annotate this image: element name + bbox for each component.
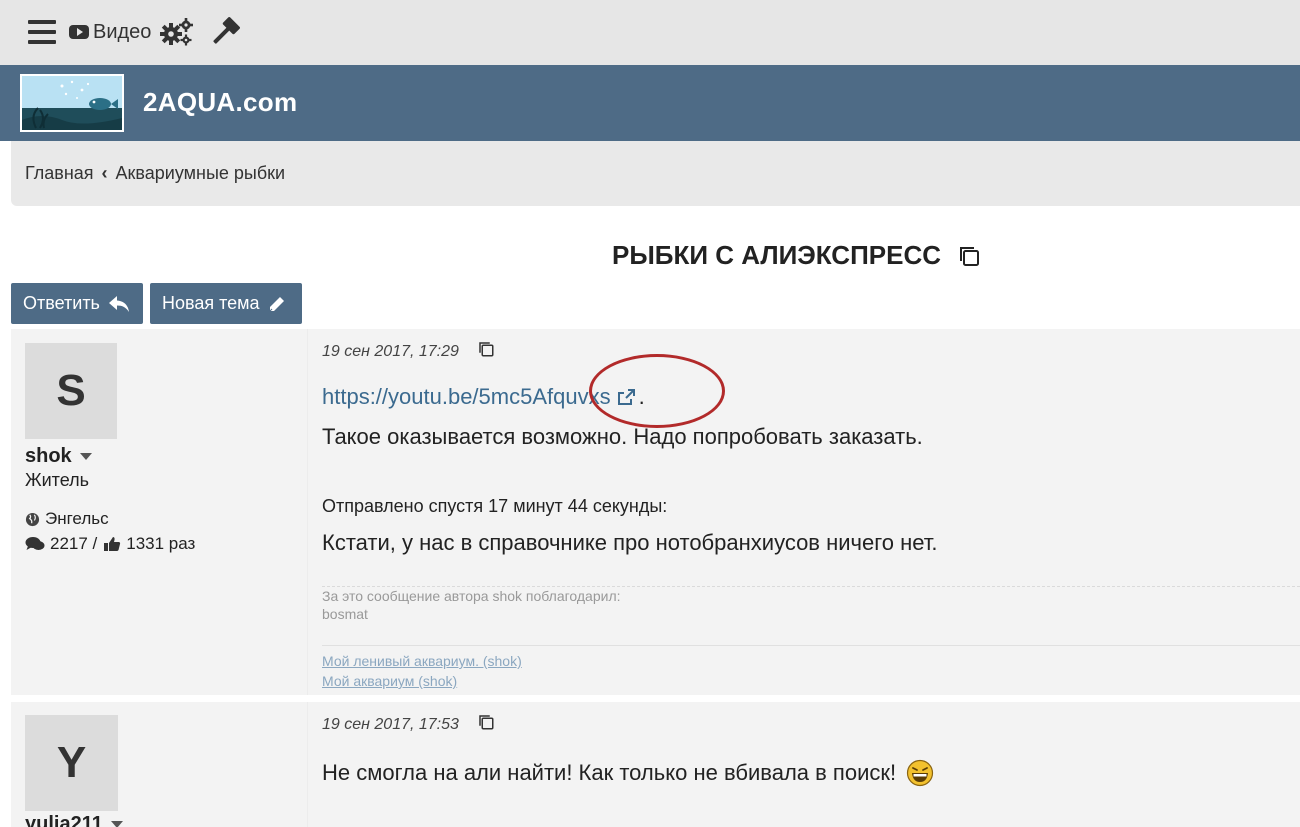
copy-icon[interactable]: [957, 244, 981, 268]
post-link-row: https://youtu.be/5mc5Afquvxs .: [322, 384, 645, 410]
gears-icon[interactable]: [159, 14, 195, 50]
user-stats: 2217 / 1331 раз: [25, 534, 195, 554]
external-link-icon[interactable]: [617, 388, 637, 406]
gavel-icon[interactable]: [208, 14, 242, 50]
avatar[interactable]: S: [25, 343, 117, 439]
signature-link[interactable]: Мой ленивый аквариум. (shok): [322, 651, 1300, 671]
avatar[interactable]: Y: [25, 715, 118, 811]
breadcrumb-separator: ‹: [101, 163, 108, 183]
site-header: 2AQUA.com: [0, 65, 1300, 141]
youtube-icon: [69, 25, 89, 39]
signature: Мой ленивый аквариум. (shok) Мой аквариу…: [322, 645, 1300, 691]
posts-count: 2217 /: [50, 534, 98, 553]
copy-icon[interactable]: [477, 340, 495, 363]
copy-icon[interactable]: [477, 713, 495, 736]
caret-down-icon: [110, 821, 123, 827]
site-logo[interactable]: [20, 74, 124, 132]
post-text-row: Не смогла на али найти! Как только не вб…: [322, 759, 934, 787]
caret-down-icon: [79, 453, 92, 460]
post-profile: Y yulia211: [11, 702, 306, 827]
post-date-text[interactable]: 19 сен 2017, 17:29: [322, 343, 459, 361]
new-topic-button[interactable]: Новая тема: [150, 283, 302, 324]
thanks-user[interactable]: bosmat: [322, 605, 1300, 623]
laughing-smiley-icon: [907, 759, 934, 787]
likes-count: 1331 раз: [126, 534, 196, 553]
sent-after-note: Отправлено спустя 17 минут 44 секунды:: [322, 496, 668, 516]
thanks-label: За это сообщение автора shok поблагодари…: [322, 588, 621, 604]
post-text: Не смогла на али найти! Как только не вб…: [322, 760, 897, 785]
new-topic-label: Новая тема: [162, 293, 260, 313]
breadcrumb: Главная ‹ Аквариумные рыбки: [11, 141, 1300, 206]
globe-icon: [25, 512, 40, 526]
location-text: Энгельс: [45, 509, 109, 528]
user-location: Энгельс: [25, 509, 109, 529]
top-toolbar: Видео: [0, 0, 1300, 65]
username-text: yulia211: [25, 813, 103, 827]
post-text: Такое оказывается возможно. Надо попробо…: [322, 424, 923, 449]
breadcrumb-section[interactable]: Аквариумные рыбки: [116, 163, 286, 184]
thanks-block: За это сообщение автора shok поблагодари…: [322, 586, 1300, 623]
reply-button[interactable]: Ответить: [11, 283, 143, 324]
username-text: shok: [25, 445, 72, 467]
breadcrumb-home[interactable]: Главная: [25, 163, 94, 184]
comments-icon: [25, 537, 45, 550]
signature-link[interactable]: Мой аквариум (shok): [322, 671, 1300, 691]
user-rank: Житель: [25, 470, 90, 490]
video-link[interactable]: Видео: [69, 14, 151, 50]
post-date: 19 сен 2017, 17:53: [322, 713, 495, 736]
post: Y yulia211 19 сен 2017, 17:53 Не смогла …: [11, 702, 1300, 827]
youtube-link[interactable]: https://youtu.be/5mc5Afquvxs: [322, 384, 611, 410]
reply-label: Ответить: [23, 293, 100, 313]
post-date-text[interactable]: 19 сен 2017, 17:53: [322, 716, 459, 734]
post: S shok Житель Энгельс 2217 / 1331 раз 19…: [11, 329, 1300, 695]
post-content: 19 сен 2017, 17:53 Не смогла на али найт…: [307, 702, 1300, 827]
post-text: Кстати, у нас в справочнике про нотобран…: [322, 530, 938, 555]
topic-title-row: РЫБКИ С АЛИЭКСПРЕСС: [612, 240, 981, 271]
reply-arrow-icon: [108, 295, 129, 312]
menu-icon[interactable]: [28, 14, 58, 50]
page-title: РЫБКИ С АЛИЭКСПРЕСС: [612, 240, 942, 270]
post-profile: S shok Житель Энгельс 2217 / 1331 раз: [11, 329, 306, 695]
pencil-icon: [269, 296, 284, 311]
site-name[interactable]: 2AQUA.com: [143, 87, 297, 118]
post-date: 19 сен 2017, 17:29: [322, 340, 495, 363]
link-trailing-dot: .: [638, 384, 645, 409]
thumbs-up-icon: [104, 537, 121, 551]
post-content: 19 сен 2017, 17:29 https://youtu.be/5mc5…: [307, 329, 1300, 695]
username[interactable]: yulia211: [25, 813, 123, 827]
username[interactable]: shok: [25, 445, 92, 468]
video-label: Видео: [93, 20, 152, 43]
